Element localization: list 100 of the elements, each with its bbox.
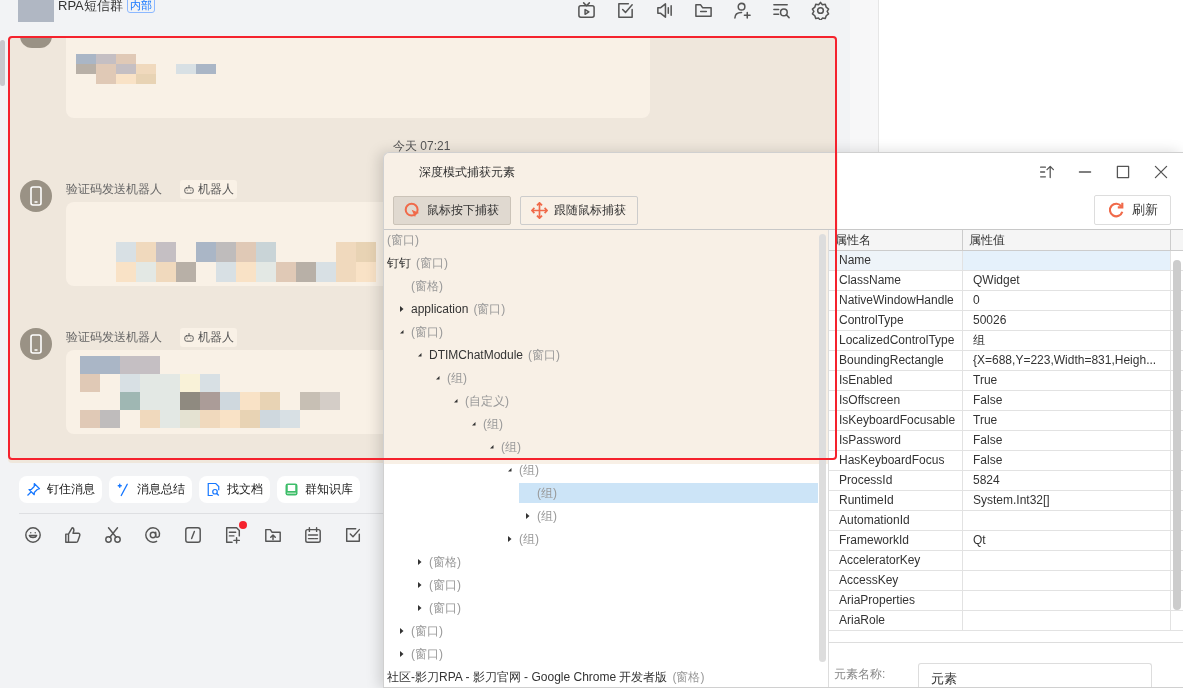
expanded-arrow-icon[interactable] [415,350,425,360]
notification-dot [239,521,247,529]
expanded-arrow-icon[interactable] [433,373,443,383]
property-name-cell: AriaProperties [829,591,963,610]
quick-action-button[interactable]: 群知识库 [277,476,360,503]
robot-badge: 机器人 [180,179,237,199]
expanded-arrow-icon[interactable] [397,327,407,337]
slash-command-icon[interactable] [184,526,202,544]
list-search-icon[interactable] [772,1,791,20]
maximize-icon[interactable] [1115,164,1131,180]
property-value-cell: 组 [963,331,1171,350]
refresh-button[interactable]: 刷新 [1094,195,1171,225]
tree-item[interactable]: (窗口) [393,322,818,342]
property-value-cell: Qt [963,531,1171,550]
scrollbar-thumb[interactable] [1173,260,1181,610]
folder-upload-icon[interactable] [264,526,282,544]
tree-item[interactable]: 社区-影刀RPA - 影刀官网 - Google Chrome 开发者版 (窗格) [387,667,818,687]
scrollbar-thumb[interactable] [819,234,826,662]
property-name-cell: AutomationId [829,511,963,530]
tree-item[interactable]: (窗格) [393,276,818,296]
tree-item[interactable]: DTIMChatModule (窗口) [411,345,818,365]
checkbox-icon[interactable] [616,1,635,20]
document-add-icon[interactable] [224,526,242,544]
tree-item[interactable]: 钉钉 (窗口) [387,253,818,273]
tree-item[interactable]: (组) [483,437,818,457]
expanded-arrow-icon[interactable] [469,419,479,429]
property-name-cell: IsOffscreen [829,391,963,410]
at-sign-icon[interactable] [144,526,162,544]
property-name-cell: LocalizedControlType [829,331,963,350]
scrollbar-thumb[interactable] [0,40,5,86]
sender-name: 验证码发送机器人 [66,328,162,346]
property-value-cell: {X=688,Y=223,Width=831,Heigh... [963,351,1171,370]
property-value-cell: 0 [963,291,1171,310]
expanded-arrow-icon[interactable] [487,442,497,452]
tree-item[interactable]: (组) [519,506,818,526]
property-name-cell: ControlType [829,311,963,330]
tree-item[interactable]: (窗口) [393,644,818,664]
tree-item[interactable]: (组) [501,460,818,480]
settings-icon[interactable] [811,1,830,20]
tree-item[interactable]: (组) [465,414,818,434]
tree-item[interactable]: (窗口) [411,575,818,595]
property-name-cell: FrameworkId [829,531,963,550]
property-value-cell: 50026 [963,311,1171,330]
capture-mode-button[interactable]: 跟随鼠标捕获 [520,195,638,225]
sort-up-icon[interactable] [1039,164,1055,180]
property-name-cell: NativeWindowHandle [829,291,963,310]
tv-icon[interactable] [577,1,596,20]
pin-icon [26,482,41,497]
refresh-icon [1107,201,1125,219]
element-name-field[interactable]: 元素 [918,663,1153,687]
sender-name: 验证码发送机器人 [66,180,162,198]
avatar-icon [20,180,52,212]
property-value-cell: System.Int32[] [963,491,1171,510]
group-avatar [18,0,54,22]
expanded-arrow-icon[interactable] [451,396,461,406]
tree-item[interactable]: (组) [501,529,818,549]
expanded-arrow-icon[interactable] [505,465,515,475]
column-header: 属性名 [829,230,963,250]
property-name-cell: AccessKey [829,571,963,590]
robot-badge: 机器人 [180,327,237,347]
property-name-cell: BoundingRectangle [829,351,963,370]
tree-item[interactable]: (自定义) [447,391,818,411]
property-name-cell: Name [829,251,963,270]
book-icon [284,482,299,497]
cursor-target-icon [404,201,421,219]
tree-item[interactable]: (窗口) [387,230,818,250]
speaker-icon[interactable] [655,1,674,20]
person-add-icon[interactable] [733,1,752,20]
tree-item[interactable]: (窗格) [411,552,818,572]
smiley-icon[interactable] [24,526,42,544]
scissors-icon[interactable] [104,526,122,544]
quick-action-button[interactable]: 找文档 [199,476,270,503]
property-name-cell: HasKeyboardFocus [829,451,963,470]
close-icon[interactable] [1153,164,1169,180]
document-search-icon [206,482,221,497]
quick-action-button[interactable]: 消息总结 [109,476,192,503]
quick-action-button[interactable]: 钉住消息 [19,476,102,503]
property-value-cell: 5824 [963,471,1171,490]
property-value-cell: True [963,371,1171,390]
tree-item[interactable]: (窗口) [411,598,818,618]
tree-item[interactable]: application (窗口) [393,299,818,319]
property-name-cell: IsEnabled [829,371,963,390]
tree-item[interactable]: (组) [429,368,818,388]
tree-item[interactable]: (窗口) [393,621,818,641]
property-value-cell: True [963,411,1171,430]
property-name-cell: IsPassword [829,431,963,450]
group-name: RPA短信群 [58,0,123,15]
property-value-cell: QWidget [963,271,1171,290]
thumb-up-icon[interactable] [64,526,82,544]
window-title: 深度模式捕获元素 [419,163,515,181]
sparkle-icon [116,482,131,497]
property-value-cell: False [963,431,1171,450]
robot-icon [183,331,195,343]
folder-icon[interactable] [694,1,713,20]
property-name-cell: RuntimeId [829,491,963,510]
capture-mode-button[interactable]: 鼠标按下捕获 [393,195,511,225]
tree-item[interactable]: (组) [519,483,818,503]
calendar-icon[interactable] [304,526,322,544]
checkbox-icon[interactable] [344,526,362,544]
robot-icon [183,183,195,195]
